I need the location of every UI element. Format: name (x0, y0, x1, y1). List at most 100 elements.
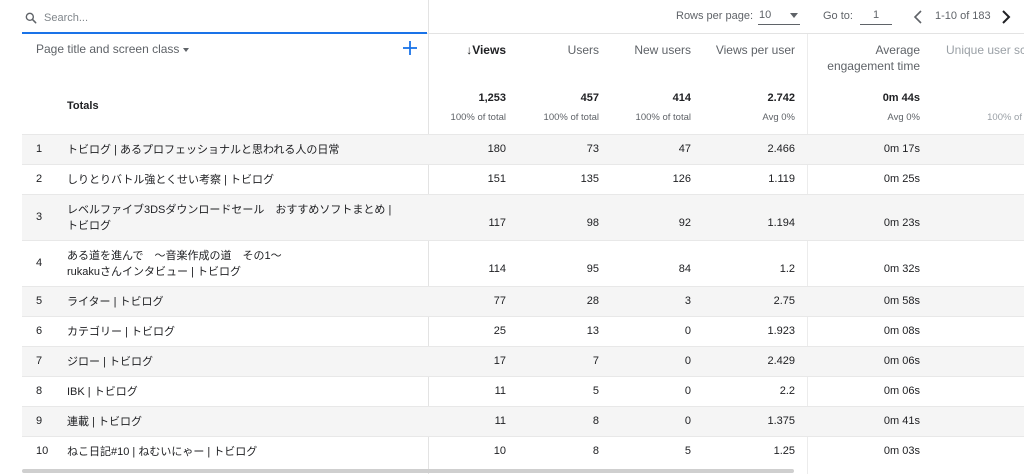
caret-down-icon (790, 13, 798, 18)
cell-aet: 0m 06s (883, 385, 920, 397)
chevron-left-icon[interactable] (911, 8, 925, 26)
search-input[interactable] (44, 8, 414, 28)
cell-new-users: 84 (678, 263, 691, 275)
search-box[interactable] (22, 2, 427, 34)
cell-new-users: 5 (684, 445, 691, 457)
totals-label: Totals (67, 100, 99, 112)
horizontal-scrollbar[interactable] (22, 469, 794, 473)
column-header-avg-engagement-line2: engagement time (827, 59, 920, 73)
cell-users: 28 (586, 295, 599, 307)
cell-vpu: 1.25 (773, 445, 795, 457)
rows-per-page-select[interactable]: 10 (758, 8, 800, 25)
page-title-cell: トビログ | あるプロフェッショナルと思われる人の日常 (67, 144, 340, 156)
cell-new-users: 0 (684, 385, 691, 397)
cell-views: 77 (493, 295, 506, 307)
row-index: 3 (36, 211, 43, 223)
cell-views: 117 (488, 217, 506, 229)
row-index: 8 (36, 385, 43, 397)
cell-new-users: 0 (684, 415, 691, 427)
cell-vpu: 2.429 (767, 355, 795, 367)
dimension-header[interactable]: Page title and screen class (36, 42, 190, 92)
column-header-new-users[interactable]: New users (610, 42, 691, 58)
cell-vpu: 1.2 (779, 263, 795, 275)
table-row[interactable]: 5 ライター | トビログ 77 28 3 2.75 0m 58s (22, 286, 1024, 316)
cell-new-users: 0 (684, 355, 691, 367)
cell-views: 10 (493, 445, 506, 457)
table-row[interactable]: 6 カテゴリー | トビログ 25 13 0 1.923 0m 08s (22, 316, 1024, 346)
total-unique-sub: 100% of (987, 112, 1022, 123)
table-row[interactable]: 3 レベルファイブ3DSダウンロードセール おすすめソフトまとめ | トビログ 117… (22, 194, 1024, 240)
page-title-cell: レベルファイブ3DSダウンロードセール おすすめソフトまとめ | トビログ (67, 202, 391, 234)
caret-down-icon (183, 47, 190, 52)
column-header-avg-engagement[interactable]: Average engagement time (808, 42, 920, 74)
column-header-views[interactable]: ↓Views (430, 42, 506, 58)
page-title-cell: 連載 | トビログ (67, 416, 142, 428)
row-index: 7 (36, 355, 43, 367)
row-index: 2 (36, 173, 43, 185)
page-title-line1: レベルファイブ3DSダウンロードセール おすすめソフトまとめ | (67, 204, 392, 216)
cell-users: 98 (586, 217, 599, 229)
add-dimension-icon[interactable] (402, 40, 418, 56)
goto-label: Go to: (823, 10, 853, 22)
cell-vpu: 1.375 (767, 415, 795, 427)
page-title-cell: ある道を進んで 〜音楽作成の道 その1〜 rukakuさんインタビュー | トビロ… (67, 248, 282, 280)
row-index: 5 (36, 295, 43, 307)
cell-views: 17 (493, 355, 506, 367)
cell-vpu: 2.2 (779, 385, 795, 397)
cell-aet: 0m 17s (883, 143, 920, 155)
cell-views: 11 (494, 385, 506, 397)
column-header-avg-engagement-line1: Average (875, 43, 920, 57)
total-users: 457 (580, 92, 599, 104)
row-index: 10 (36, 445, 49, 457)
search-icon (25, 12, 37, 24)
table-row[interactable]: 10 ねこ日記#10 | ねむいにゃー | トビログ 10 8 5 1.25 0m 03s (22, 436, 1024, 466)
cell-views: 25 (493, 325, 506, 337)
table-row[interactable]: 4 ある道を進んで 〜音楽作成の道 その1〜 rukakuさんインタビュー | トビ… (22, 240, 1024, 286)
row-index: 6 (36, 325, 43, 337)
cell-new-users: 92 (678, 217, 691, 229)
total-new-users: 414 (672, 92, 691, 104)
cell-users: 8 (592, 445, 599, 457)
page-title-line2: トビログ (67, 220, 111, 232)
table-row[interactable]: 2 しりとりバトル強とくせい考察 | トビログ 151 135 126 1.119 0m 2… (22, 164, 1024, 194)
cell-aet: 0m 06s (883, 355, 920, 367)
cell-vpu: 2.466 (767, 143, 795, 155)
cell-vpu: 1.119 (768, 173, 795, 185)
table-row[interactable]: 7 ジロー | トビログ 17 7 0 2.429 0m 06s (22, 346, 1024, 376)
total-new-users-sub: 100% of total (635, 112, 691, 123)
cell-new-users: 47 (678, 143, 691, 155)
total-vpu-sub: Avg 0% (762, 112, 795, 123)
goto-page-input[interactable]: 1 (860, 8, 892, 25)
column-header-unique-user[interactable]: Unique user sc (946, 42, 1024, 58)
total-aet-sub: Avg 0% (887, 112, 920, 123)
cell-vpu: 1.194 (767, 217, 795, 229)
cell-users: 13 (586, 325, 599, 337)
column-header-views-per-user[interactable]: Views per user (700, 42, 795, 58)
page-title-cell: ライター | トビログ (67, 296, 164, 308)
page-title-cell: しりとりバトル強とくせい考察 | トビログ (67, 174, 274, 186)
cell-users: 135 (580, 173, 599, 185)
cell-aet: 0m 32s (883, 263, 920, 275)
cell-vpu: 2.75 (773, 295, 795, 307)
total-users-sub: 100% of total (543, 112, 599, 123)
cell-users: 8 (592, 415, 599, 427)
cell-aet: 0m 23s (883, 217, 920, 229)
cell-aet: 0m 25s (883, 173, 920, 185)
table-row[interactable]: 9 連載 | トビログ 11 8 0 1.375 0m 41s (22, 406, 1024, 436)
pagination-range: 1-10 of 183 (935, 10, 991, 22)
cell-views: 151 (487, 173, 506, 185)
cell-users: 95 (586, 263, 599, 275)
chevron-right-icon[interactable] (999, 8, 1013, 26)
cell-aet: 0m 41s (883, 415, 920, 427)
table-row[interactable]: 8 IBK | トビログ 11 5 0 2.2 0m 06s (22, 376, 1024, 406)
table-row[interactable]: 1 トビログ | あるプロフェッショナルと思われる人の日常 180 73 47 2.466… (22, 134, 1024, 164)
cell-aet: 0m 08s (883, 325, 920, 337)
cell-aet: 0m 58s (883, 295, 920, 307)
column-header-users[interactable]: Users (520, 42, 599, 58)
cell-new-users: 0 (684, 325, 691, 337)
cell-users: 5 (592, 385, 599, 397)
row-index: 9 (36, 415, 43, 427)
cell-new-users: 126 (672, 173, 691, 185)
rows-per-page-value: 10 (759, 9, 772, 21)
cell-vpu: 1.923 (767, 325, 795, 337)
